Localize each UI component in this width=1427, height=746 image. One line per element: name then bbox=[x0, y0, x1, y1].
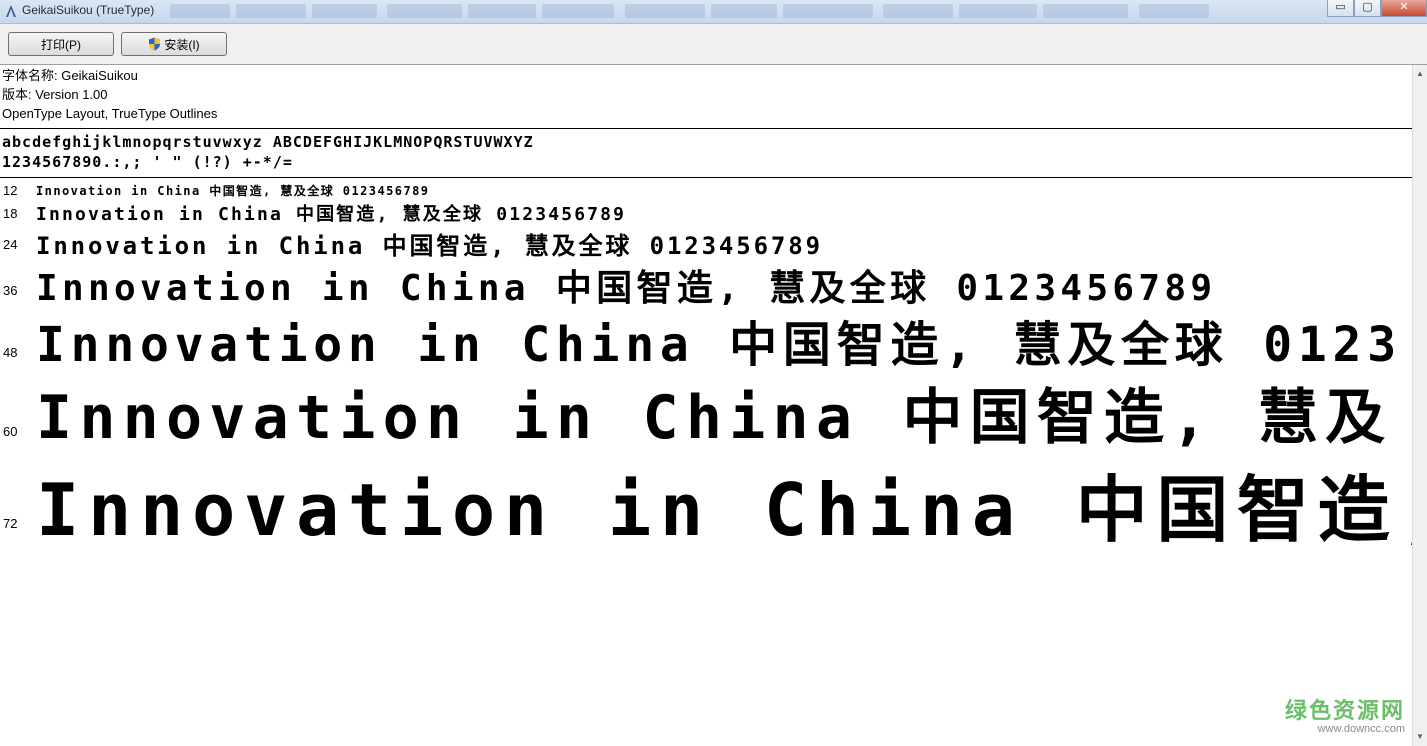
sample-size-label: 24 bbox=[3, 237, 18, 252]
sample-size-label: 48 bbox=[3, 345, 18, 360]
uac-shield-icon bbox=[149, 37, 161, 51]
sample-text: Innovation in China 中国智造, bbox=[36, 468, 1412, 551]
sample-size-label: 18 bbox=[3, 206, 18, 221]
sample-row-48: 48 Innovation in China 中国智造, 慧及全球 0123 bbox=[0, 305, 1412, 369]
sample-size-label: 60 bbox=[3, 424, 18, 439]
divider bbox=[0, 128, 1412, 129]
font-viewer-icon bbox=[6, 5, 16, 17]
charset-digits: 1234567890.:,; ' " (!?) +-*/= bbox=[2, 153, 293, 171]
sample-size-label: 12 bbox=[3, 183, 18, 198]
scroll-down-arrow-icon[interactable]: ▼ bbox=[1415, 732, 1425, 742]
print-button[interactable]: 打印(P) bbox=[8, 32, 114, 56]
font-preview-area[interactable]: 字体名称: GeikaiSuikou 版本: Version 1.00 Open… bbox=[0, 65, 1412, 746]
window-title: GeikaiSuikou (TrueType) bbox=[22, 3, 155, 17]
sample-row-72: 72 Innovation in China 中国智造, bbox=[0, 451, 1412, 551]
sample-size-label: 36 bbox=[3, 283, 18, 298]
sample-size-label: 72 bbox=[3, 516, 18, 531]
install-button[interactable]: 安装(I) bbox=[121, 32, 227, 56]
sample-row-36: 36 Innovation in China 中国智造, 慧及全球 012345… bbox=[0, 259, 1412, 305]
maximize-button[interactable]: ▢ bbox=[1354, 0, 1381, 17]
sample-text: Innovation in China 中国智造, 慧及全球 012345678… bbox=[36, 232, 823, 259]
sample-text: Innovation in China 中国智造, 慧及全球 0123 bbox=[36, 317, 1402, 369]
sample-text: Innovation in China 中国智造, 慧及全球 012345678… bbox=[36, 268, 1217, 305]
font-name-line: 字体名称: GeikaiSuikou bbox=[2, 68, 138, 83]
divider bbox=[0, 177, 1412, 178]
background-taskbar-strip bbox=[170, 4, 1320, 20]
close-button[interactable]: ✕ bbox=[1381, 0, 1427, 17]
font-version-line: 版本: Version 1.00 bbox=[2, 87, 108, 102]
toolbar: 打印(P) 安装(I) bbox=[0, 24, 1427, 65]
sample-text: Innovation in China 中国智造, 慧及全球 012345678… bbox=[36, 204, 627, 225]
site-watermark: 绿色资源网 www.downcc.com bbox=[1285, 693, 1405, 735]
minimize-button[interactable]: ▭ bbox=[1327, 0, 1354, 17]
sample-row-60: 60 Innovation in China 中国智造, 慧及 bbox=[0, 369, 1412, 451]
vertical-scrollbar[interactable]: ▲ ▼ bbox=[1412, 65, 1427, 746]
sample-row-12: 12 Innovation in China 中国智造, 慧及全球 012345… bbox=[0, 181, 1412, 199]
font-type-line: OpenType Layout, TrueType Outlines bbox=[2, 106, 218, 121]
sample-text: Innovation in China 中国智造, 慧及全球 012345678… bbox=[36, 184, 430, 198]
install-button-label: 安装(I) bbox=[164, 37, 200, 52]
sample-row-24: 24 Innovation in China 中国智造, 慧及全球 012345… bbox=[0, 225, 1412, 259]
watermark-text: 绿色资源网 bbox=[1284, 699, 1405, 724]
sample-row-18: 18 Innovation in China 中国智造, 慧及全球 012345… bbox=[0, 199, 1412, 225]
scroll-up-arrow-icon[interactable]: ▲ bbox=[1415, 69, 1425, 79]
sample-text: Innovation in China 中国智造, 慧及 bbox=[36, 383, 1393, 451]
charset-letters: abcdefghijklmnopqrstuvwxyz ABCDEFGHIJKLM… bbox=[2, 133, 534, 151]
title-bar: GeikaiSuikou (TrueType) ▭ ▢ ✕ bbox=[0, 0, 1427, 24]
print-button-label: 打印(P) bbox=[41, 37, 81, 52]
